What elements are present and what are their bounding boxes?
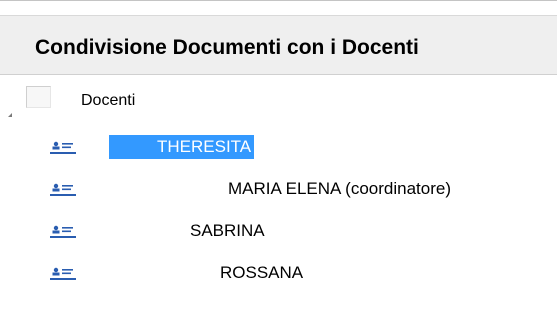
tree-root-docenti[interactable]: Docenti	[0, 76, 557, 126]
tree-root-label: Docenti	[81, 92, 136, 109]
tree-item-teacher[interactable]: ROSSANA	[0, 252, 557, 294]
panel-header: Condivisione Documenti con i Docenti	[0, 15, 557, 75]
user-card-icon	[50, 267, 76, 280]
document-sharing-panel: Condivisione Documenti con i Docenti Doc…	[0, 0, 557, 320]
tree-item-teacher[interactable]: THERESITA	[0, 126, 557, 168]
tree-item-teacher[interactable]: SABRINA	[0, 210, 557, 252]
expand-collapse-icon[interactable]	[8, 113, 12, 117]
teacher-name[interactable]: MARIA ELENA (coordinatore)	[228, 168, 451, 210]
teacher-name[interactable]: THERESITA	[109, 135, 255, 159]
user-card-icon	[50, 141, 76, 154]
user-card-icon	[50, 225, 76, 238]
panel-title: Condivisione Documenti con i Docenti	[35, 36, 419, 59]
user-card-icon	[50, 183, 76, 196]
teachers-tree: Docenti THERESITA MARIA ELENA (coordinat…	[0, 76, 557, 321]
teacher-name[interactable]: ROSSANA	[220, 252, 303, 294]
folder-icon	[26, 86, 51, 108]
teacher-name[interactable]: SABRINA	[190, 210, 265, 252]
tree-item-teacher[interactable]: MARIA ELENA (coordinatore)	[0, 168, 557, 210]
